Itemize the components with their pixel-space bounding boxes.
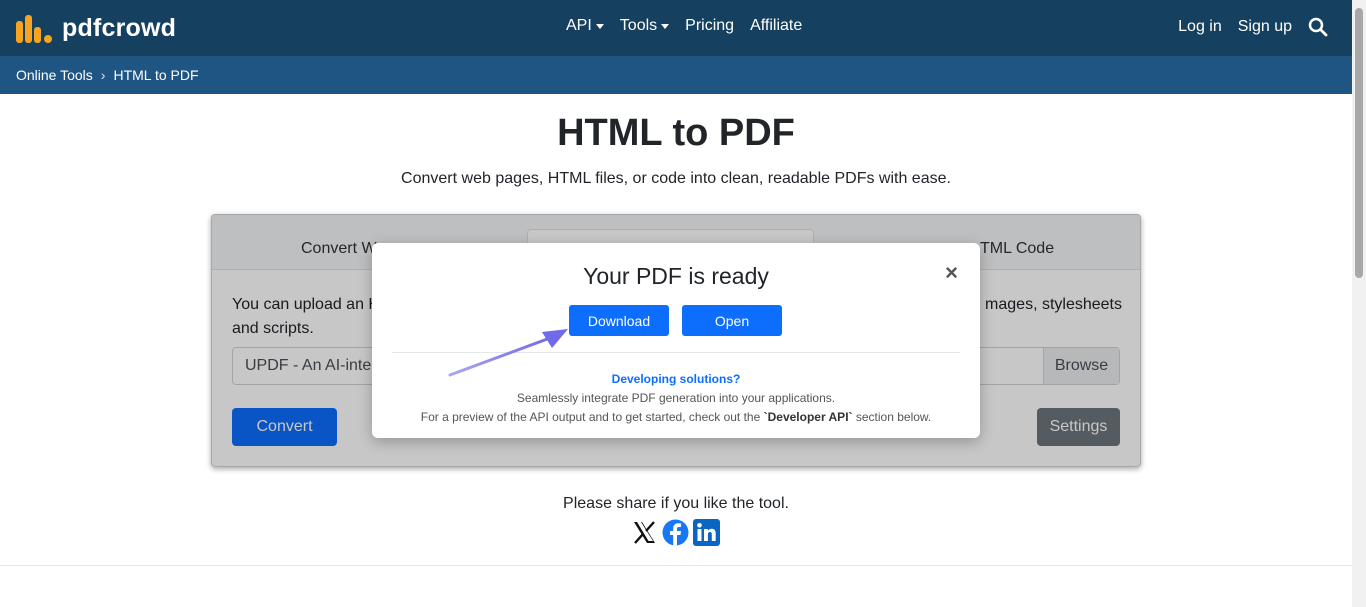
scrollbar-thumb[interactable] xyxy=(1355,8,1363,278)
nav-item-label: API xyxy=(566,17,592,34)
caret-down-icon xyxy=(661,24,670,29)
download-button[interactable]: Download xyxy=(569,305,669,336)
x-icon[interactable] xyxy=(631,519,658,546)
developer-api-label: `Developer API` xyxy=(763,410,853,424)
footer-divider xyxy=(0,565,1352,566)
breadcrumb-online-tools[interactable]: Online Tools xyxy=(16,67,93,83)
page-title: HTML to PDF xyxy=(557,112,795,154)
search-icon[interactable] xyxy=(1308,17,1328,37)
logo-icon xyxy=(16,15,56,43)
open-button[interactable]: Open xyxy=(682,305,782,336)
annotation-arrow-icon xyxy=(448,329,568,377)
dev-note-text: For a preview of the API output and to g… xyxy=(420,410,764,424)
modal-title: Your PDF is ready xyxy=(583,263,769,289)
nav-item-affiliate[interactable]: Affiliate xyxy=(750,17,802,35)
dev-api-note: For a preview of the API output and to g… xyxy=(372,410,980,424)
top-navbar: pdfcrowd API Tools Pricing Affiliate Log… xyxy=(0,0,1352,56)
logo[interactable]: pdfcrowd xyxy=(16,13,176,43)
nav-item-label: Affiliate xyxy=(750,17,803,34)
dev-note-text: section below. xyxy=(852,410,932,424)
linkedin-icon[interactable] xyxy=(693,519,720,546)
caret-down-icon xyxy=(595,24,604,29)
share-text: Please share if you like the tool. xyxy=(563,495,789,512)
main-nav: API Tools Pricing Affiliate xyxy=(566,17,818,35)
breadcrumb: Online Tools › HTML to PDF xyxy=(0,56,1352,94)
nav-item-label: Pricing xyxy=(685,17,735,34)
signup-link[interactable]: Sign up xyxy=(1238,18,1292,36)
nav-item-tools[interactable]: Tools xyxy=(619,17,670,35)
logo-text: pdfcrowd xyxy=(62,14,177,42)
nav-item-api[interactable]: API xyxy=(566,17,604,35)
nav-item-pricing[interactable]: Pricing xyxy=(685,17,734,35)
facebook-icon[interactable] xyxy=(662,519,689,546)
dev-description: Seamlessly integrate PDF generation into… xyxy=(516,391,836,405)
close-icon[interactable]: × xyxy=(945,260,958,286)
login-link[interactable]: Log in xyxy=(1178,18,1222,36)
breadcrumb-separator: › xyxy=(100,67,106,83)
account-nav: Log in Sign up xyxy=(1162,17,1328,37)
breadcrumb-html-to-pdf[interactable]: HTML to PDF xyxy=(113,67,198,83)
share-icons xyxy=(631,519,720,546)
page-scrollbar[interactable] xyxy=(1352,0,1366,607)
nav-item-label: Tools xyxy=(619,17,658,34)
page-subtitle: Convert web pages, HTML files, or code i… xyxy=(401,170,951,187)
